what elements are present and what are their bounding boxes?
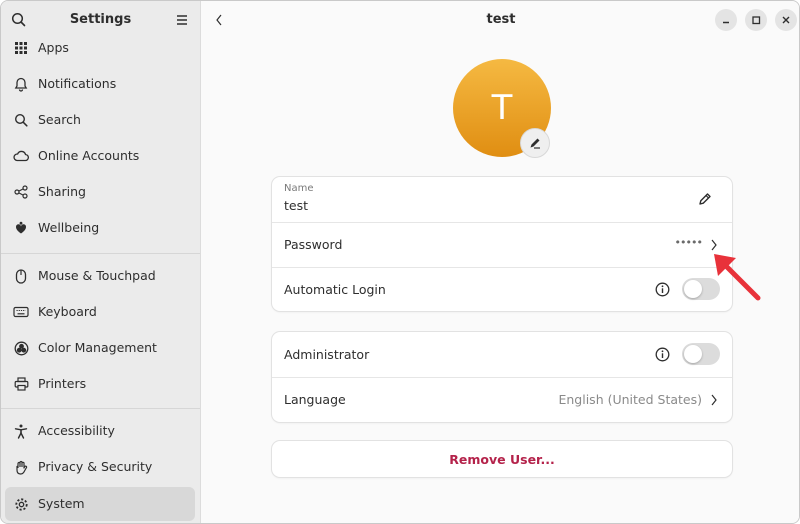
annotation-arrow-icon xyxy=(714,254,761,301)
sidebar-item-label: Keyboard xyxy=(38,304,97,319)
close-button[interactable] xyxy=(775,9,797,31)
language-label: Language xyxy=(284,392,346,407)
pencil-icon xyxy=(530,138,540,149)
language-value: English (United States) xyxy=(558,392,702,407)
administrator-toggle[interactable] xyxy=(682,343,720,365)
sidebar-item-label: Printers xyxy=(38,376,87,391)
sidebar-item-label: Search xyxy=(38,112,81,127)
sidebar-divider xyxy=(1,408,200,409)
sidebar-item-sharing[interactable]: Sharing xyxy=(5,175,195,209)
sidebar-item-keyboard[interactable]: Keyboard xyxy=(5,295,195,329)
name-field-label: Name xyxy=(284,183,314,194)
account-card: Name test Password ••••• Automatic Login xyxy=(272,177,732,311)
page-title: test xyxy=(486,12,516,27)
sidebar-item-label: System xyxy=(38,496,85,511)
edit-pencil-icon[interactable] xyxy=(697,191,713,207)
name-row[interactable]: Name test xyxy=(272,177,732,222)
sidebar-item-wellbeing[interactable]: Wellbeing xyxy=(5,211,195,245)
sidebar-item-accessibility[interactable]: Accessibility xyxy=(5,414,195,448)
sidebar-title: Settings xyxy=(69,12,132,27)
sidebar-item-label: Apps xyxy=(38,40,69,55)
sidebar-item-mouse-touchpad[interactable]: Mouse & Touchpad xyxy=(5,259,195,293)
password-row[interactable]: Password ••••• xyxy=(272,222,732,267)
sidebar-item-notifications[interactable]: Notifications xyxy=(5,67,195,101)
settings-window: Settings Apps Notifications Search Onlin… xyxy=(0,0,800,524)
accessibility-icon xyxy=(13,423,29,439)
user-settings-card: Administrator Language English (United S… xyxy=(272,332,732,422)
sidebar-item-label: Notifications xyxy=(38,76,117,91)
info-icon[interactable] xyxy=(655,347,670,362)
gear-icon xyxy=(13,496,29,512)
remove-user-label: Remove User... xyxy=(449,451,555,467)
maximize-button[interactable] xyxy=(745,9,767,31)
sidebar-item-label: Privacy & Security xyxy=(38,459,153,474)
minimize-icon xyxy=(723,21,729,24)
remove-user-button[interactable]: Remove User... xyxy=(272,441,732,477)
edit-avatar-button[interactable] xyxy=(520,128,550,158)
administrator-label: Administrator xyxy=(284,347,370,362)
toggle-knob xyxy=(684,345,702,363)
color-icon xyxy=(13,340,29,356)
maximize-icon xyxy=(752,16,761,25)
sidebar-item-printers[interactable]: Printers xyxy=(5,367,195,401)
sidebar-item-label: Sharing xyxy=(38,184,86,199)
sidebar-item-search[interactable]: Search xyxy=(5,103,195,137)
hand-icon xyxy=(13,459,29,475)
sidebar-item-label: Online Accounts xyxy=(38,148,140,163)
chevron-right-icon xyxy=(711,394,717,406)
minimize-button[interactable] xyxy=(715,9,737,31)
apps-grid-icon xyxy=(13,40,29,56)
keyboard-icon xyxy=(13,304,29,320)
sidebar-item-online-accounts[interactable]: Online Accounts xyxy=(5,139,195,173)
password-mask: ••••• xyxy=(674,236,703,249)
toggle-knob xyxy=(684,280,702,298)
sidebar: Settings Apps Notifications Search Onlin… xyxy=(1,1,201,523)
share-icon xyxy=(13,184,29,200)
automatic-login-label: Automatic Login xyxy=(284,282,386,297)
mouse-icon xyxy=(13,268,29,284)
automatic-login-row: Automatic Login xyxy=(272,267,732,311)
sidebar-item-label: Accessibility xyxy=(38,423,115,438)
bell-icon xyxy=(13,76,29,92)
name-field-value: test xyxy=(284,198,309,213)
sidebar-item-privacy-security[interactable]: Privacy & Security xyxy=(5,450,195,484)
sidebar-item-label: Mouse & Touchpad xyxy=(38,268,156,283)
avatar-initial: T xyxy=(491,88,513,128)
cloud-icon xyxy=(13,148,29,164)
sidebar-item-system[interactable]: System xyxy=(5,487,195,521)
sidebar-item-color-management[interactable]: Color Management xyxy=(5,331,195,365)
printer-icon xyxy=(13,376,29,392)
sidebar-item-apps[interactable]: Apps xyxy=(5,31,195,65)
administrator-row: Administrator xyxy=(272,332,732,377)
close-icon xyxy=(782,16,790,24)
search-icon xyxy=(13,112,29,128)
sidebar-item-label: Color Management xyxy=(38,340,157,355)
language-row[interactable]: Language English (United States) xyxy=(272,377,732,422)
hamburger-menu-icon[interactable] xyxy=(174,12,190,28)
info-icon[interactable] xyxy=(655,282,670,297)
wellbeing-icon xyxy=(13,220,29,236)
password-label: Password xyxy=(284,237,343,252)
sidebar-item-label: Wellbeing xyxy=(38,220,100,235)
sidebar-divider xyxy=(1,253,200,254)
